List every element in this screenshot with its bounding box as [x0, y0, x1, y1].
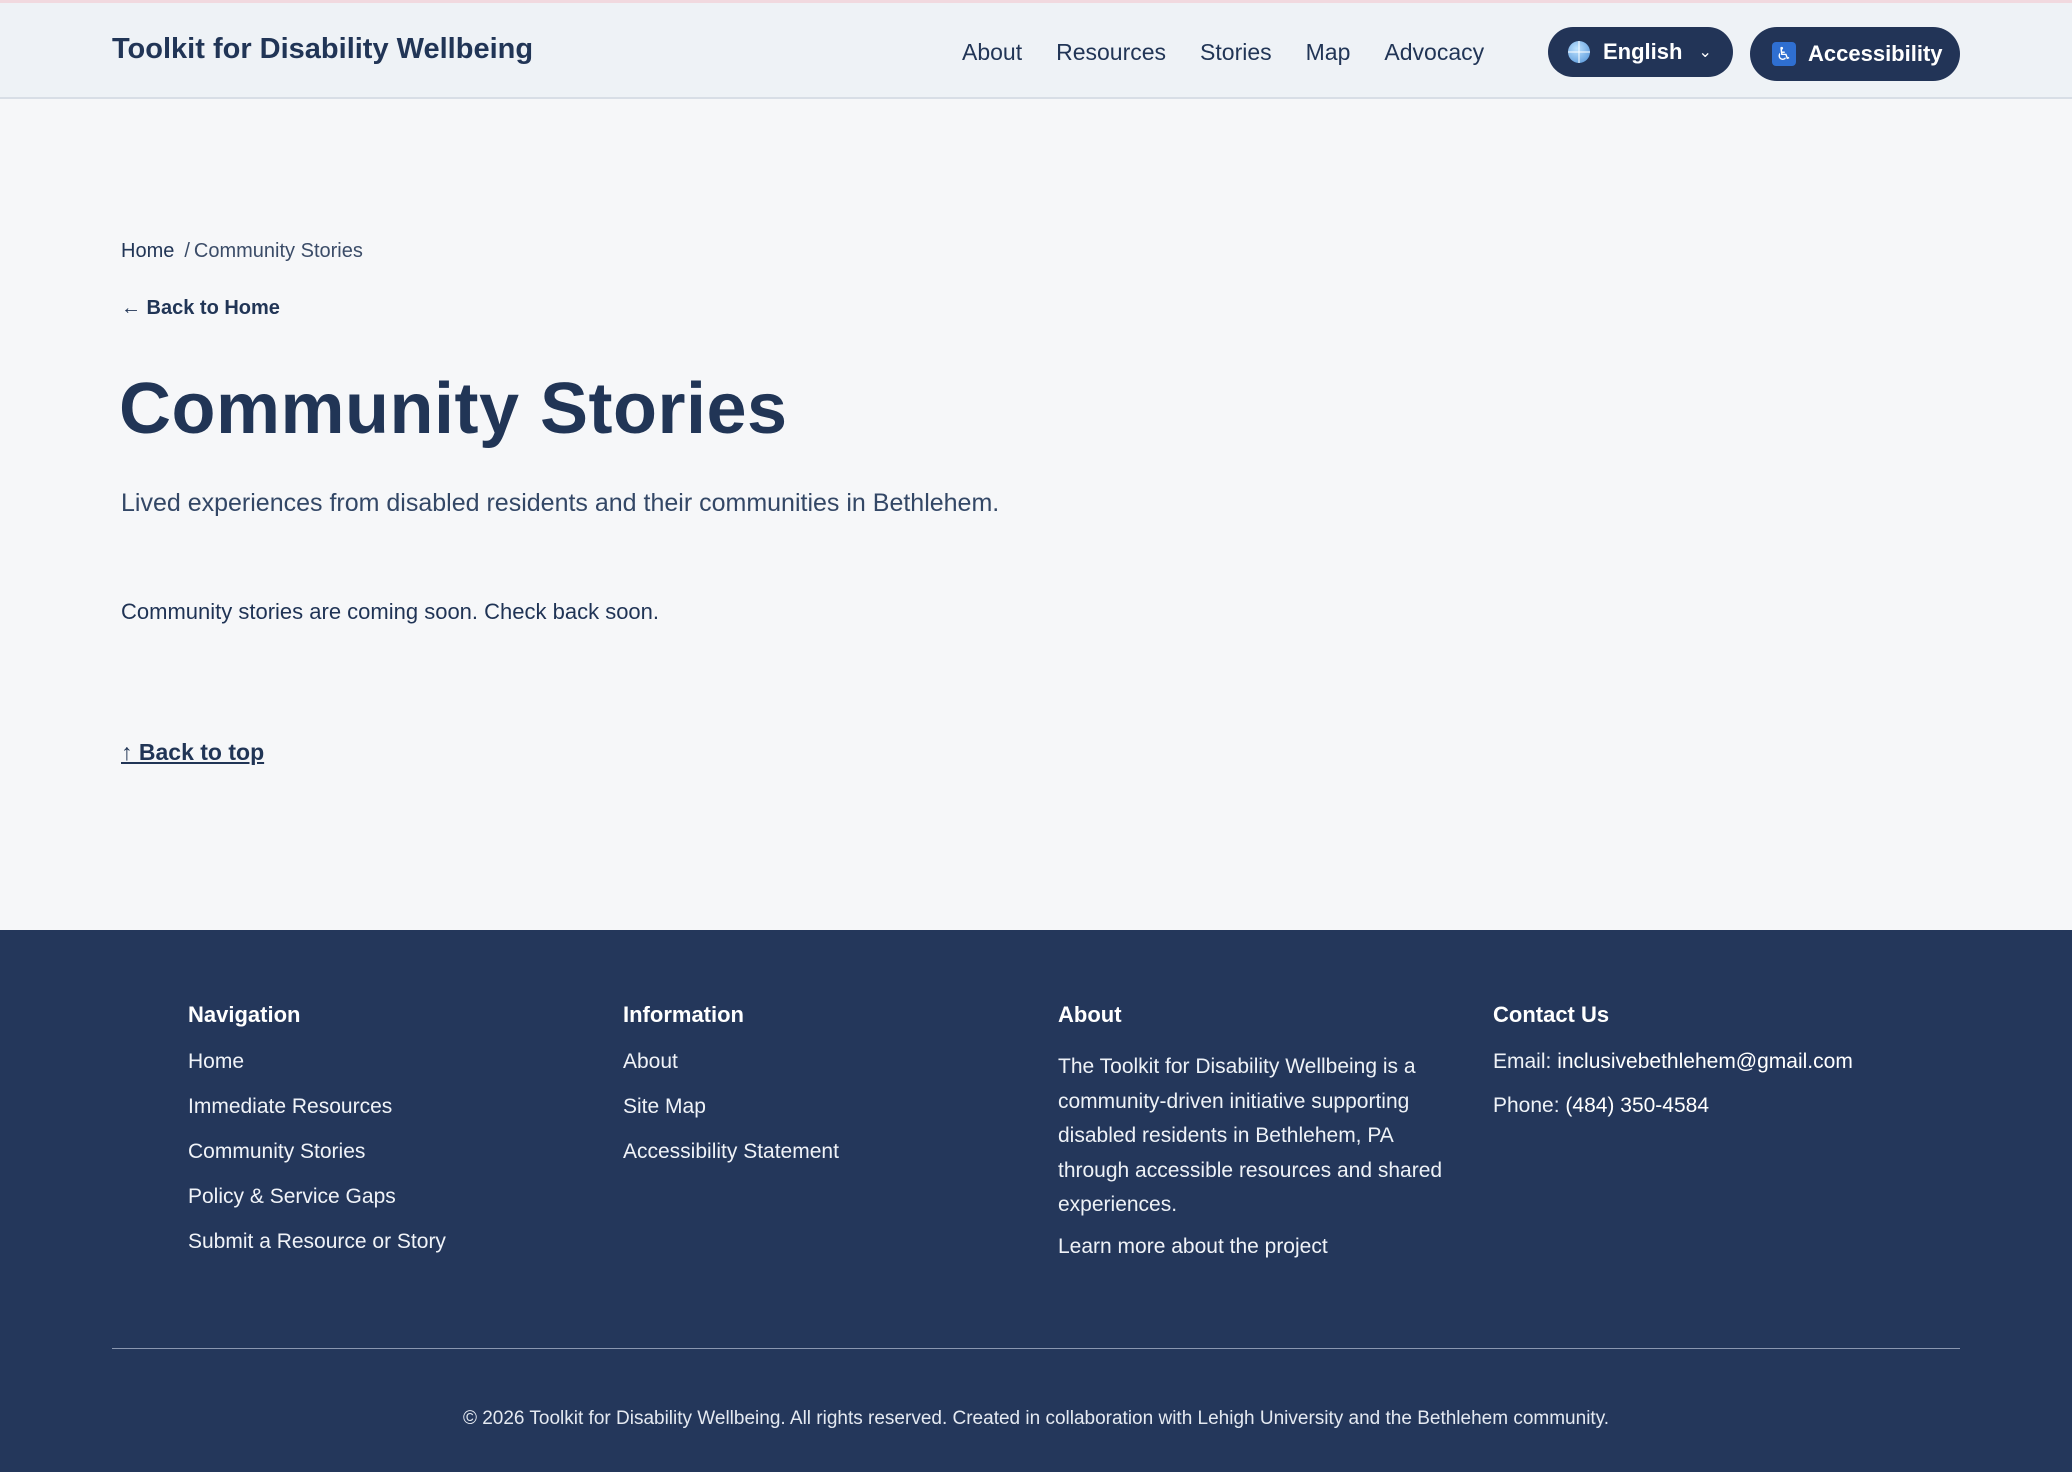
email-label: Email: — [1493, 1050, 1552, 1073]
nav-map[interactable]: Map — [1306, 39, 1351, 66]
footer-heading-contact: Contact Us — [1493, 1002, 1610, 1027]
site-title[interactable]: Toolkit for Disability Wellbeing — [112, 33, 533, 66]
main-nav: About Resources Stories Map Advocacy — [962, 39, 1518, 66]
copyright: © 2026 Toolkit for Disability Wellbeing.… — [462, 1408, 1610, 1429]
phone-link[interactable]: (484) 350-4584 — [1565, 1094, 1709, 1117]
footer-link-learn-more[interactable]: Learn more about the project — [1058, 1235, 1458, 1259]
phone-label: Phone: — [1493, 1094, 1560, 1117]
footer-information: Information About Site Map Accessibility… — [623, 1002, 839, 1185]
footer-link-about[interactable]: About — [623, 1050, 839, 1074]
footer-link-home[interactable]: Home — [188, 1050, 446, 1074]
breadcrumb-separator: / — [184, 240, 190, 262]
page-subtitle: Lived experiences from disabled resident… — [121, 489, 1000, 517]
footer-link-policy-gaps[interactable]: Policy & Service Gaps — [188, 1185, 446, 1209]
footer-heading-navigation: Navigation — [188, 1002, 301, 1027]
language-label: English — [1603, 39, 1683, 64]
language-selector[interactable]: English ⌄ — [1548, 27, 1733, 77]
footer-link-immediate-resources[interactable]: Immediate Resources — [188, 1095, 446, 1119]
contact-email: Email: inclusivebethlehem@gmail.com — [1493, 1050, 1853, 1074]
back-to-top-link[interactable]: ↑ Back to top — [121, 739, 264, 766]
footer-about-text: The Toolkit for Disability Wellbeing is … — [1058, 1055, 1443, 1216]
breadcrumb: Home / Community Stories — [121, 240, 363, 263]
footer-heading-information: Information — [623, 1002, 744, 1027]
nav-about[interactable]: About — [962, 39, 1022, 66]
footer-navigation: Navigation Home Immediate Resources Comm… — [188, 1002, 446, 1275]
footer-link-site-map[interactable]: Site Map — [623, 1095, 839, 1119]
site-footer: Navigation Home Immediate Resources Comm… — [0, 930, 2072, 1472]
nav-stories[interactable]: Stories — [1200, 39, 1272, 66]
chevron-down-icon: ⌄ — [1698, 44, 1712, 61]
accessibility-icon: ♿ — [1772, 42, 1796, 66]
breadcrumb-home[interactable]: Home — [121, 240, 174, 262]
email-link[interactable]: inclusivebethlehem@gmail.com — [1557, 1050, 1853, 1073]
footer-divider — [112, 1348, 1960, 1349]
nav-advocacy[interactable]: Advocacy — [1384, 39, 1484, 66]
coming-soon-notice: Community stories are coming soon. Check… — [121, 599, 660, 624]
globe-icon — [1568, 41, 1590, 63]
footer-about: About The Toolkit for Disability Wellbei… — [1058, 1002, 1458, 1280]
footer-contact: Contact Us Email: inclusivebethlehem@gma… — [1493, 1002, 1853, 1138]
breadcrumb-current: Community Stories — [193, 240, 363, 262]
footer-heading-about: About — [1058, 1002, 1122, 1027]
footer-link-community-stories[interactable]: Community Stories — [188, 1140, 446, 1164]
accessibility-button[interactable]: ♿ Accessibility — [1750, 27, 1960, 81]
contact-phone: Phone: (484) 350-4584 — [1493, 1094, 1853, 1118]
back-to-home-link[interactable]: ← Back to Home — [121, 297, 280, 320]
site-header: Toolkit for Disability Wellbeing About R… — [0, 0, 2072, 99]
footer-link-submit[interactable]: Submit a Resource or Story — [188, 1230, 446, 1254]
page-title: Community Stories — [119, 369, 788, 449]
nav-resources[interactable]: Resources — [1056, 39, 1166, 66]
accessibility-label: Accessibility — [1808, 41, 1943, 66]
footer-link-accessibility-statement[interactable]: Accessibility Statement — [623, 1140, 839, 1164]
